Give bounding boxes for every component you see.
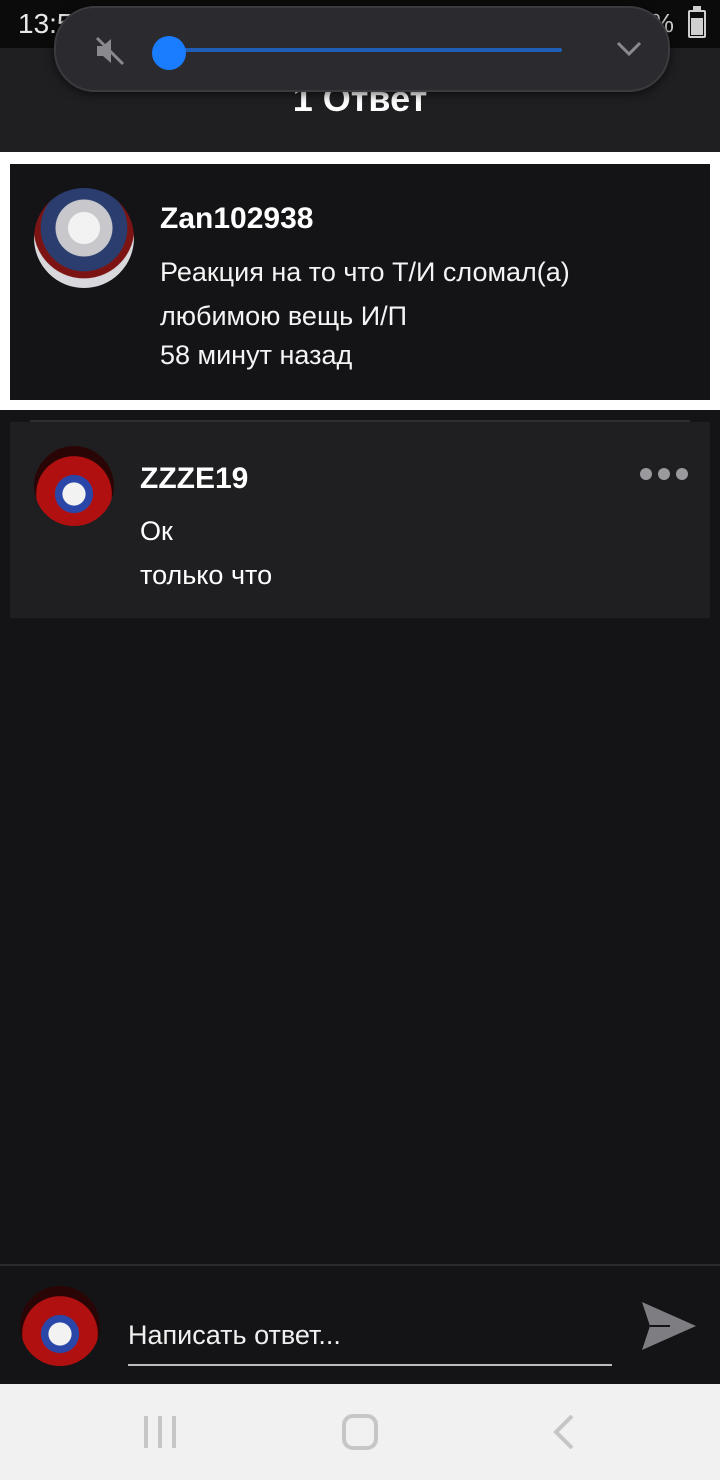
- mute-icon[interactable]: [94, 36, 126, 66]
- reply-timestamp: только что: [140, 560, 273, 590]
- chevron-down-icon[interactable]: [616, 40, 642, 58]
- reply-text: Ок: [140, 516, 173, 546]
- volume-slider-thumb[interactable]: [152, 36, 186, 70]
- post-timestamp: 58 минут назад: [160, 340, 353, 370]
- avatar: [20, 1286, 100, 1366]
- send-icon[interactable]: [640, 1300, 698, 1352]
- back-icon[interactable]: [544, 1414, 584, 1450]
- reply-input[interactable]: [128, 1306, 612, 1366]
- battery-icon: [688, 5, 706, 38]
- reply-username[interactable]: ZZZE19: [140, 462, 248, 496]
- volume-slider-track[interactable]: [170, 48, 562, 52]
- recent-apps-icon[interactable]: [140, 1414, 180, 1450]
- original-post[interactable]: Zan102938 Реакция на то что Т/И сломал(а…: [10, 164, 710, 400]
- avatar[interactable]: [34, 446, 114, 526]
- post-username[interactable]: Zan102938: [160, 202, 313, 236]
- home-icon[interactable]: [340, 1414, 380, 1450]
- reply-item[interactable]: ZZZE19 Ок только что: [10, 422, 710, 618]
- system-nav-bar: [0, 1384, 720, 1480]
- reply-composer: [0, 1264, 720, 1386]
- more-options-icon[interactable]: [640, 468, 688, 480]
- original-post-container: Zan102938 Реакция на то что Т/И сломал(а…: [0, 152, 720, 410]
- post-text: Реакция на то что Т/И сломал(а) любимою …: [160, 257, 570, 331]
- volume-panel[interactable]: [54, 6, 670, 92]
- avatar[interactable]: [34, 188, 134, 288]
